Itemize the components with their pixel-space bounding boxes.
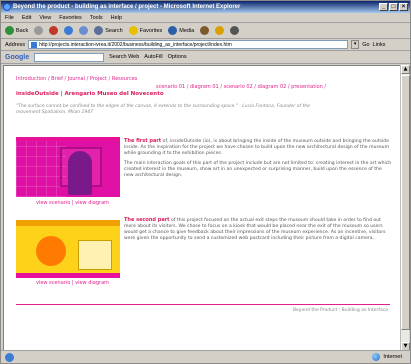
stop-icon[interactable]: [49, 26, 59, 35]
footer-text: Beyond the Product : Building as Interfa…: [292, 308, 388, 313]
menu-file[interactable]: File: [5, 13, 14, 22]
address-bar: Address http://projects.interaction-ivre…: [1, 39, 410, 51]
autofill-button[interactable]: AutoFill: [144, 54, 162, 60]
menu-bar: File Edit View Favorites Tools Help: [1, 13, 410, 23]
menu-help[interactable]: Help: [111, 13, 122, 22]
window-controls: _ □ ×: [379, 3, 408, 11]
kiosk-panel: [78, 240, 112, 270]
search-web-button[interactable]: Search Web: [109, 54, 139, 60]
back-arrow-icon: [5, 26, 14, 35]
google-logo[interactable]: Google: [5, 54, 29, 61]
refresh-icon[interactable]: [64, 26, 74, 35]
media-icon: [168, 26, 178, 35]
favorites-label: Favorites: [139, 27, 163, 34]
quote: "The surface cannot be confined to the e…: [16, 104, 310, 115]
links-button[interactable]: Links: [373, 42, 386, 48]
pink-strip: [16, 273, 120, 278]
minimize-button[interactable]: _: [379, 3, 388, 11]
person-silhouette: [68, 151, 92, 195]
first-part-links[interactable]: view scenario | view diagram: [36, 200, 109, 206]
go-button[interactable]: Go: [362, 42, 369, 48]
browser-window: Beyond the product - building as interfa…: [0, 0, 411, 364]
orange-circle: [36, 236, 66, 266]
google-toolbar: Google Search Web AutoFill Options: [1, 51, 410, 64]
second-part-paragraph: The second part of this project focused …: [124, 217, 392, 242]
first-part-lead: The first part: [124, 138, 162, 144]
project-subnav[interactable]: scenario 01 / diagram 01 / scenario 02 /…: [156, 84, 326, 90]
menu-tools[interactable]: Tools: [90, 13, 103, 22]
address-label: Address: [5, 41, 26, 48]
history-icon[interactable]: [200, 26, 210, 35]
page-status-icon: [5, 352, 14, 362]
project-image-second-part: [16, 220, 120, 278]
vertical-scrollbar[interactable]: ▲ ▼: [400, 65, 410, 351]
menu-view[interactable]: View: [39, 13, 51, 22]
second-part-links[interactable]: view scenario | view diagram: [36, 280, 109, 286]
maximize-button[interactable]: □: [389, 3, 398, 11]
page-icon: [31, 42, 38, 48]
back-button[interactable]: Back: [5, 26, 28, 35]
window-title: Beyond the product - building as interfa…: [13, 4, 241, 10]
address-input[interactable]: http://projects.interaction-ivrea.it/200…: [28, 40, 349, 49]
standard-toolbar: Back Search Favorites Media: [1, 23, 410, 39]
breadcrumb[interactable]: Introduction / Brief / Journal / Project…: [16, 76, 137, 82]
search-label: Search: [105, 27, 123, 34]
google-search-input[interactable]: [34, 52, 105, 62]
search-button[interactable]: Search: [94, 26, 123, 35]
status-bar: Internet: [1, 350, 410, 363]
mail-icon[interactable]: [215, 26, 225, 35]
security-zone: Internet: [372, 353, 402, 361]
media-button[interactable]: Media: [168, 26, 194, 35]
options-button[interactable]: Options: [168, 54, 187, 60]
first-part-text: of, insideOutside (io), is about bringin…: [124, 139, 390, 156]
back-label: Back: [16, 27, 29, 34]
grid-pattern: [16, 141, 66, 197]
address-url: http://projects.interaction-ivrea.it/200…: [39, 42, 232, 48]
scroll-up-arrow-icon[interactable]: ▲: [401, 65, 410, 74]
print-icon[interactable]: [230, 26, 240, 35]
page-viewport: Introduction / Brief / Journal / Project…: [3, 65, 401, 351]
close-button[interactable]: ×: [399, 3, 408, 11]
page-title: insideOutside | Arengario Museo del Nove…: [16, 91, 164, 97]
second-part-lead: The second part: [124, 217, 170, 223]
search-icon: [94, 26, 104, 35]
forward-arrow-icon[interactable]: [34, 26, 44, 35]
footer-divider: [16, 304, 390, 305]
favorites-button[interactable]: Favorites: [128, 26, 163, 35]
media-label: Media: [179, 27, 195, 34]
menu-edit[interactable]: Edit: [22, 13, 31, 22]
star-icon: [128, 26, 138, 35]
scroll-thumb[interactable]: [401, 75, 410, 330]
home-icon[interactable]: [79, 26, 89, 35]
first-part-paragraph: The first part of, insideOutside (io), i…: [124, 138, 392, 157]
title-bar[interactable]: Beyond the product - building as interfa…: [1, 1, 410, 13]
address-dropdown-button[interactable]: ▾: [351, 40, 360, 49]
globe-icon: [372, 353, 381, 361]
project-image-first-part: [16, 141, 120, 197]
internet-explorer-icon: [3, 3, 11, 11]
orange-strip: [16, 220, 120, 226]
first-part-goals: The main interaction goals of this part …: [124, 161, 392, 178]
zone-label: Internet: [383, 354, 402, 360]
menu-favorites[interactable]: Favorites: [59, 13, 82, 22]
